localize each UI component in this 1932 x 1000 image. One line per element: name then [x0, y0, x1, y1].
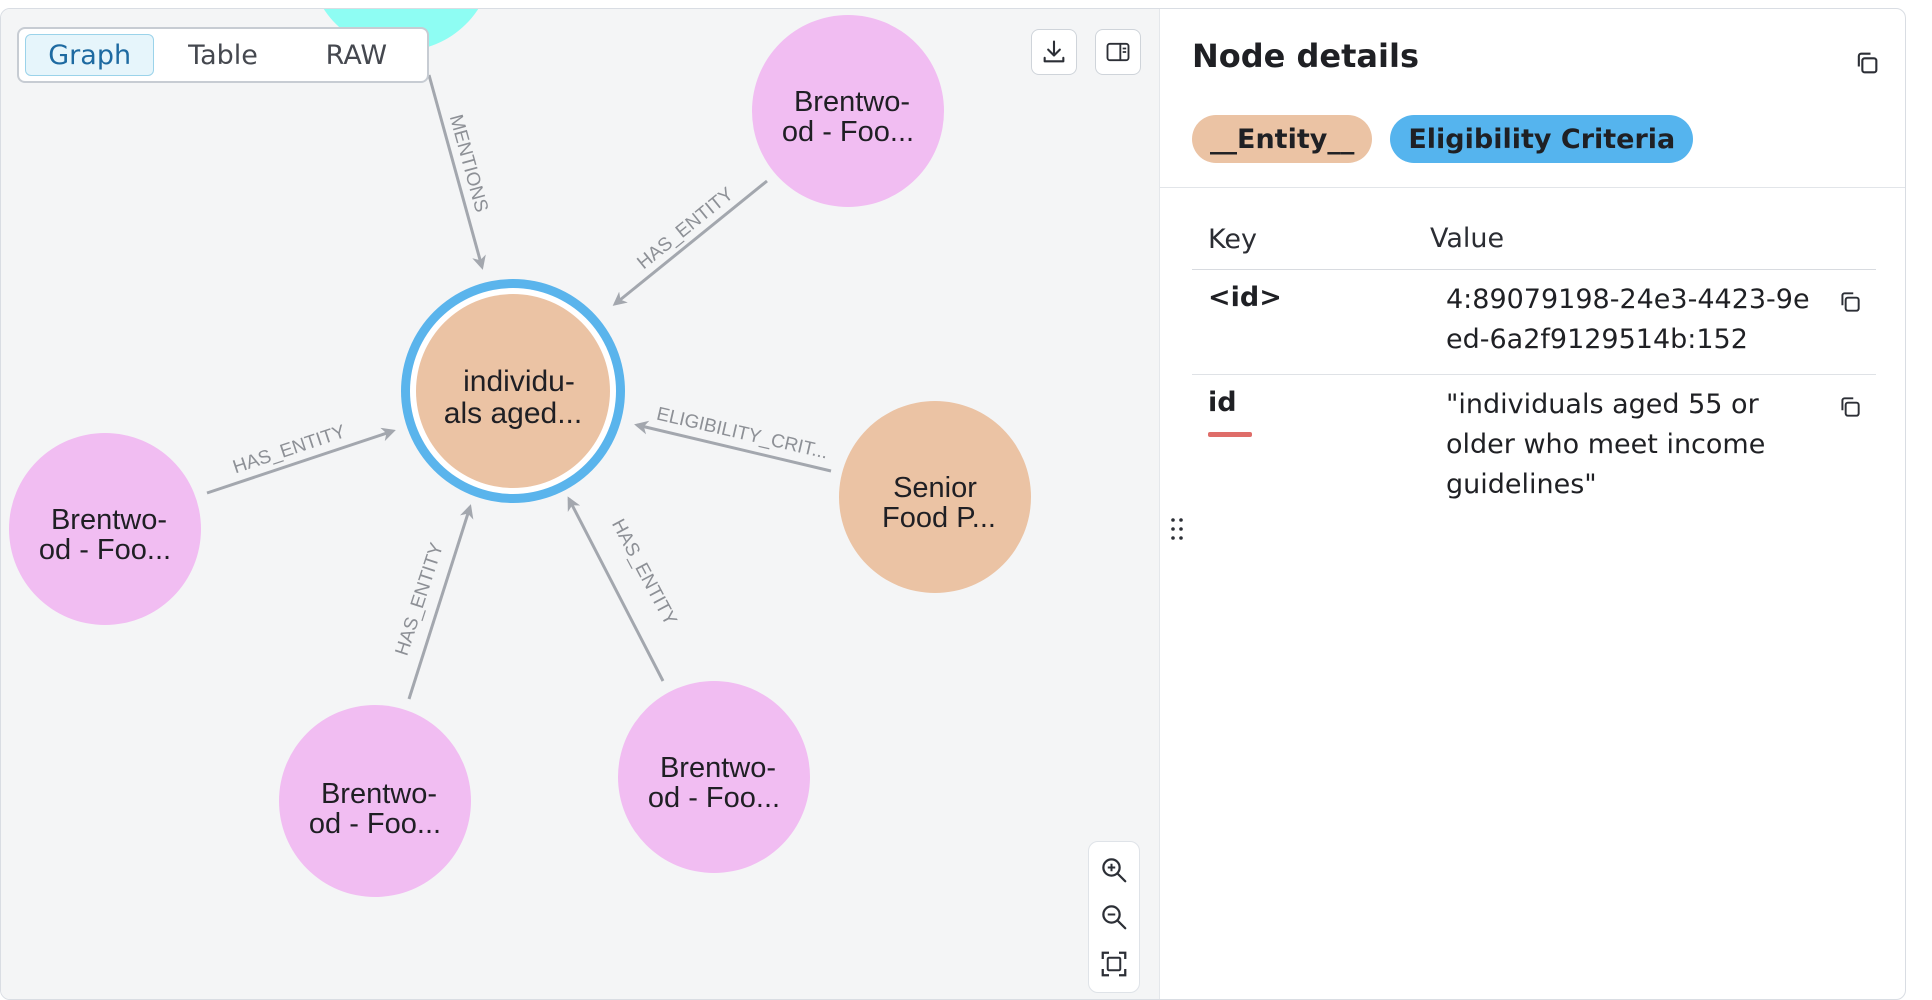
fit-to-screen-button[interactable] [1094, 944, 1134, 984]
download-icon [1043, 40, 1065, 63]
badge-entity[interactable]: __Entity__ [1192, 115, 1373, 163]
node-label: Brentwo- [794, 86, 910, 118]
property-value: "individuals aged 55 or older who meet i… [1446, 389, 1766, 500]
table-header-row: Key Value [1192, 209, 1876, 270]
edge-label-has-entity: HAS_ENTITY [633, 183, 738, 273]
node-label: od - Foo... [648, 782, 780, 814]
node-details-panel: Node details __Entity__ Eligibility Crit… [1159, 9, 1905, 999]
edge-has-entity-top[interactable]: HAS_ENTITY [612, 179, 768, 306]
edge-has-entity-left[interactable]: HAS_ENTITY [206, 421, 396, 495]
tab-table[interactable]: Table [158, 34, 287, 76]
zoom-in-icon [1102, 857, 1127, 883]
node-label: Brentwo- [321, 778, 437, 810]
fit-to-screen-icon [1101, 951, 1127, 977]
node-label: od - Foo... [782, 116, 914, 148]
view-toggle: Graph Table RAW [17, 27, 429, 83]
edge-mentions[interactable]: MENTIONS [427, 74, 492, 270]
tab-graph[interactable]: Graph [25, 34, 155, 76]
node-label: od - Foo... [39, 534, 171, 566]
node-label: individu- [463, 365, 575, 398]
node-brentwood-bottom-left[interactable]: Brentwo- od - Foo... [279, 705, 471, 897]
drag-handle-icon [1171, 518, 1183, 540]
copy-value-button[interactable] [1834, 391, 1866, 423]
badge-eligibility-criteria[interactable]: Eligibility Criteria [1390, 115, 1694, 163]
node-label: Senior [893, 472, 977, 504]
download-button[interactable] [1031, 29, 1077, 75]
node-label: od - Foo... [309, 808, 441, 840]
node-label: Brentwo- [51, 504, 167, 536]
copy-icon [1841, 397, 1860, 417]
zoom-out-button[interactable] [1094, 897, 1134, 937]
column-header-key: Key [1208, 223, 1257, 255]
table-row: id "individuals aged 55 or older who mee… [1192, 375, 1876, 519]
graph-viewer: MENTIONS HAS_ENTITY HAS_ENTITY ELIGIBILI… [0, 8, 1906, 1000]
zoom-out-icon [1102, 905, 1127, 930]
property-key: <id> [1208, 282, 1282, 313]
node-senior-food[interactable]: Senior Food P... [839, 401, 1031, 593]
property-key-cell: id [1192, 375, 1430, 519]
divider [1160, 187, 1905, 188]
toggle-panel-button[interactable] [1095, 29, 1141, 75]
side-panel-icon [1106, 42, 1130, 62]
spellcheck-underline [1208, 432, 1252, 437]
edge-label-eligibility: ELIGIBILITY_CRIT... [654, 404, 830, 464]
zoom-in-button[interactable] [1094, 850, 1134, 890]
node-label: Food P... [882, 502, 996, 534]
edge-label-has-entity: HAS_ENTITY [230, 421, 348, 478]
edge-label-has-entity: HAS_ENTITY [607, 516, 681, 630]
zoom-controls [1088, 841, 1140, 993]
copy-value-button[interactable] [1834, 286, 1866, 318]
edge-has-entity-bottom-right[interactable]: HAS_ENTITY [567, 496, 681, 682]
tab-raw[interactable]: RAW [292, 34, 421, 76]
copy-icon [1841, 292, 1860, 312]
property-key: id [1208, 387, 1237, 418]
copy-all-button[interactable] [1849, 45, 1885, 81]
edge-has-entity-bottom-left[interactable]: HAS_ENTITY [392, 504, 474, 700]
resize-handle[interactable] [1167, 509, 1187, 549]
node-brentwood-left[interactable]: Brentwo- od - Foo... [9, 433, 201, 625]
column-header-value: Value [1430, 223, 1505, 254]
label-badges: __Entity__ Eligibility Criteria [1192, 115, 1694, 163]
node-label: Brentwo- [660, 752, 776, 784]
node-brentwood-top[interactable]: Brentwo- od - Foo... [752, 15, 944, 207]
table-row: <id> 4:89079198-24e3-4423-9eed-6a2f91295… [1192, 270, 1876, 375]
node-label: als aged... [444, 397, 582, 430]
properties-table: Key Value <id> 4:89079198-24e3-4423-9eed… [1192, 209, 1876, 519]
graph-canvas[interactable]: MENTIONS HAS_ENTITY HAS_ENTITY ELIGIBILI… [1, 9, 1159, 1000]
property-value: 4:89079198-24e3-4423-9eed-6a2f9129514b:1… [1446, 284, 1810, 355]
panel-title: Node details [1192, 37, 1419, 75]
copy-icon [1857, 52, 1878, 74]
node-brentwood-bottom-right[interactable]: Brentwo- od - Foo... [618, 681, 810, 873]
node-selected-center[interactable]: individu- als aged... [401, 279, 625, 503]
graph-svg[interactable]: MENTIONS HAS_ENTITY HAS_ENTITY ELIGIBILI… [1, 9, 1159, 1000]
edge-eligibility[interactable]: ELIGIBILITY_CRIT... [634, 404, 832, 473]
